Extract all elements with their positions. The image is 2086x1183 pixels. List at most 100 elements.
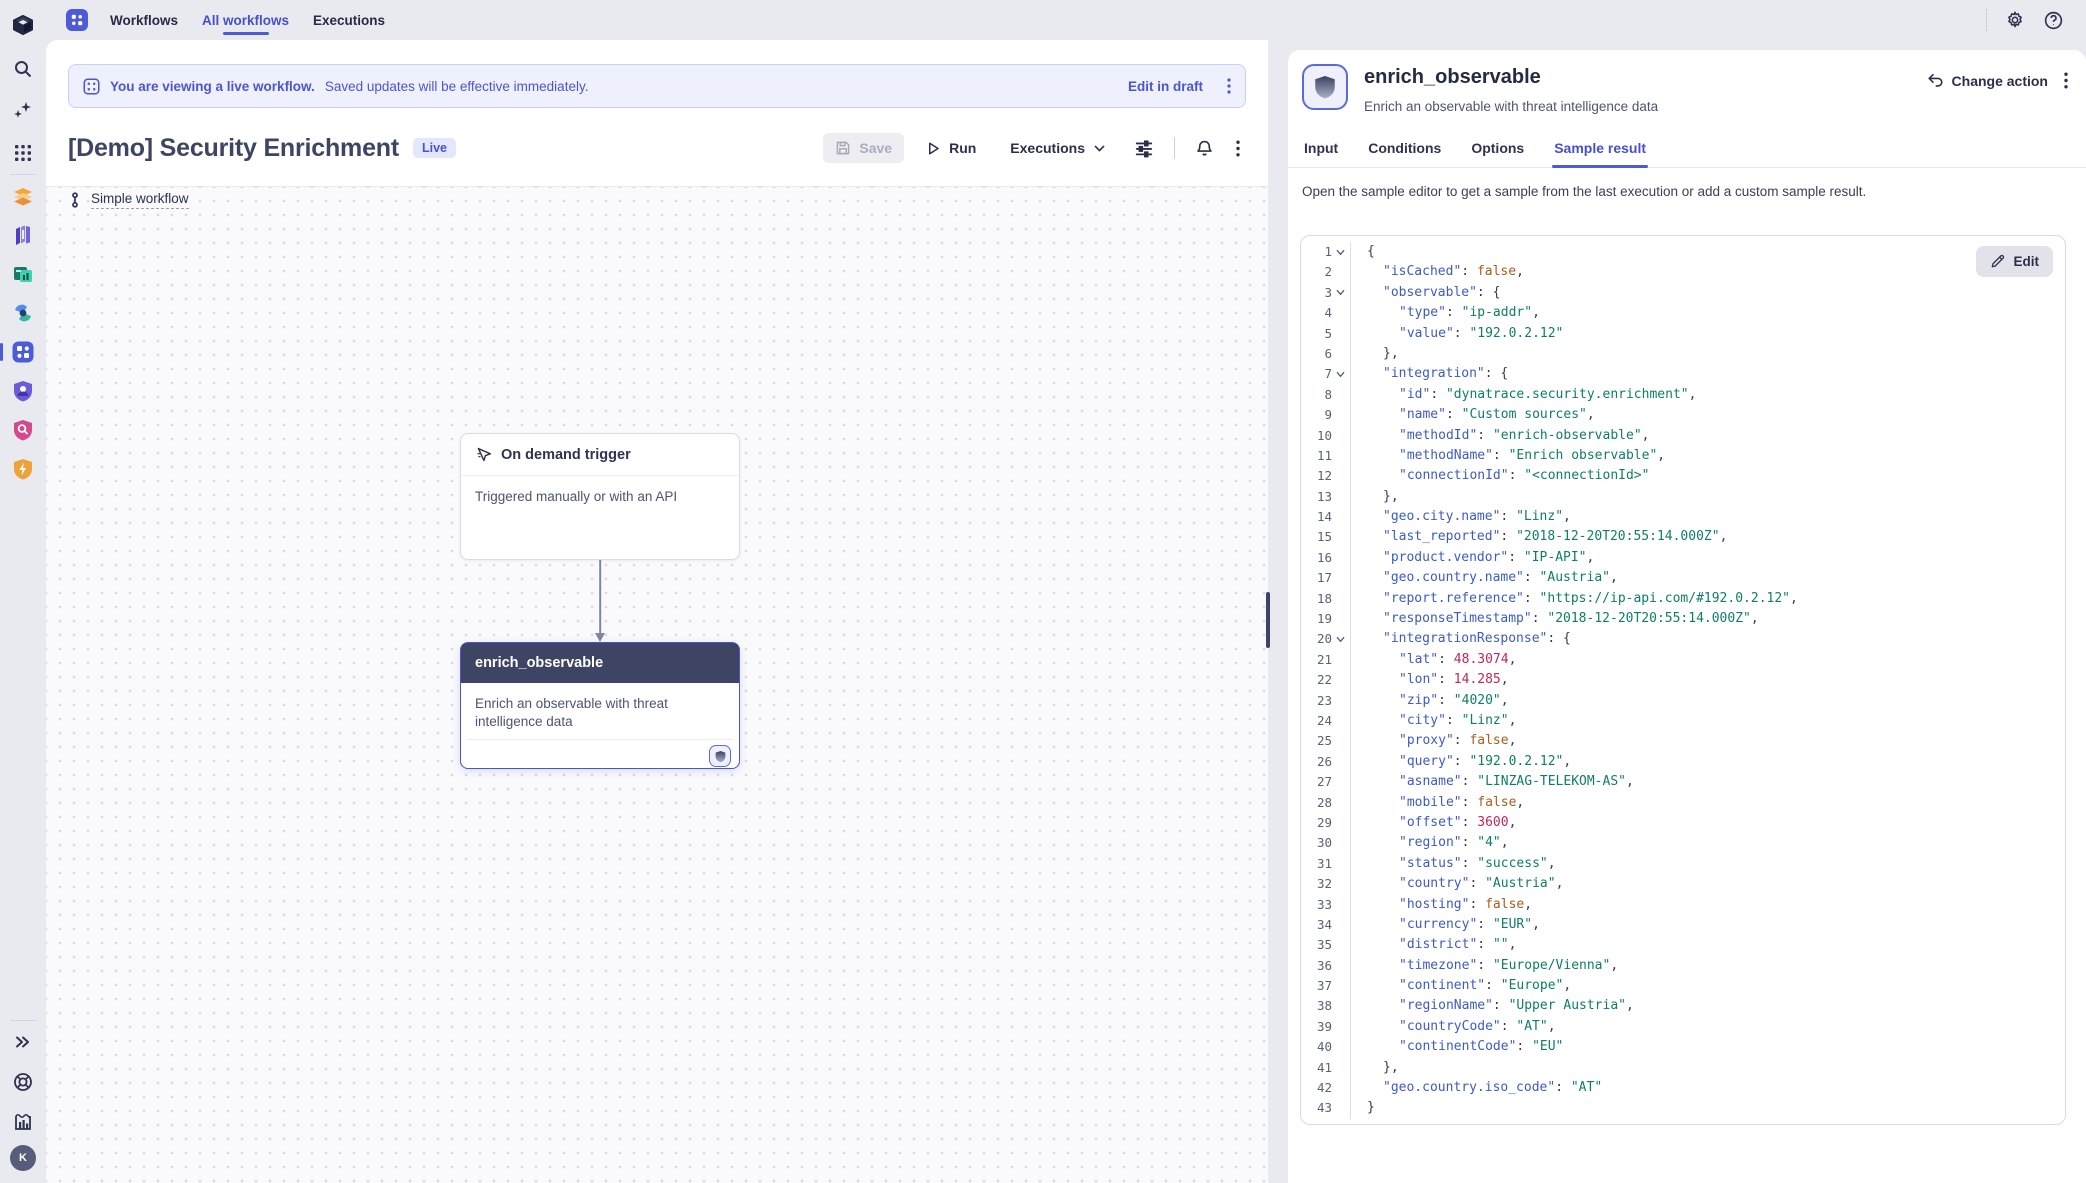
run-button[interactable]: Run xyxy=(914,133,988,163)
toolbar-divider xyxy=(1174,137,1175,159)
app-hub-icon[interactable] xyxy=(8,220,38,250)
code-line: 9"name": "Custom sources", xyxy=(1301,405,2065,425)
code-line: 37"continent": "Europe", xyxy=(1301,976,2065,996)
code-line: 32"country": "Austria", xyxy=(1301,874,2065,894)
topbar: Workflows All workflows Executions xyxy=(46,0,2086,40)
code-line: 41}, xyxy=(1301,1058,2065,1078)
node-description: Triggered manually or with an API xyxy=(461,476,739,522)
edit-in-draft-link[interactable]: Edit in draft xyxy=(1128,79,1203,94)
nav-workflows[interactable]: Workflows xyxy=(108,3,180,38)
nav-all-workflows[interactable]: All workflows xyxy=(200,3,291,38)
save-button[interactable]: Save xyxy=(823,133,904,163)
notifications-bell-icon[interactable] xyxy=(1189,133,1220,164)
workflow-settings-sliders-icon[interactable] xyxy=(1128,132,1160,164)
banner-bold-text: You are viewing a live workflow. xyxy=(110,79,315,94)
ai-assistant-sparkles-icon[interactable] xyxy=(8,96,38,126)
code-line: 13}, xyxy=(1301,487,2065,507)
code-line: 23"zip": "4020", xyxy=(1301,691,2065,711)
code-line: 14"geo.city.name": "Linz", xyxy=(1301,507,2065,527)
node-enrich-observable[interactable]: enrich_observable Enrich an observable w… xyxy=(460,642,740,769)
tab-options[interactable]: Options xyxy=(1469,132,1526,167)
workflow-canvas[interactable]: Simple workflow On demand trigger Trigge… xyxy=(46,187,1268,1183)
panel-title: enrich_observable xyxy=(1364,66,1658,89)
workflows-app-icon[interactable] xyxy=(66,9,88,31)
edit-sample-button[interactable]: Edit xyxy=(1976,246,2054,277)
code-line: 7"integration": { xyxy=(1301,364,2065,384)
active-app-indicator xyxy=(0,343,3,361)
settings-gear-icon[interactable] xyxy=(2005,10,2025,30)
live-status-badge: Live xyxy=(413,138,456,158)
change-action-button[interactable]: Change action xyxy=(1927,73,2048,89)
code-line: 15"last_reported": "2018-12-20T20:55:14.… xyxy=(1301,527,2065,547)
app-dashboards-icon[interactable] xyxy=(8,259,38,289)
banner-text: Saved updates will be effective immediat… xyxy=(325,79,589,94)
app-attack-protection-icon[interactable] xyxy=(8,454,38,484)
fold-chevron-icon[interactable] xyxy=(1334,635,1346,644)
code-line: 10"methodId": "enrich-observable", xyxy=(1301,426,2065,446)
code-line: 6}, xyxy=(1301,344,2065,364)
app-launcher-grid-icon[interactable] xyxy=(8,138,38,168)
search-icon[interactable] xyxy=(8,54,38,84)
pencil-icon xyxy=(1990,254,2005,269)
fold-chevron-icon[interactable] xyxy=(1334,288,1346,297)
cursor-trigger-icon xyxy=(475,446,492,463)
code-line: 18"report.reference": "https://ip-api.co… xyxy=(1301,589,2065,609)
code-line: 31"status": "success", xyxy=(1301,854,2065,874)
code-line: 22"lon": 14.285, xyxy=(1301,670,2065,690)
node-title: enrich_observable xyxy=(475,655,603,671)
dynatrace-logo-icon[interactable] xyxy=(8,10,38,40)
help-icon[interactable] xyxy=(2043,10,2064,31)
code-line: 29"offset": 3600, xyxy=(1301,813,2065,833)
code-line: 17"geo.country.name": "Austria", xyxy=(1301,568,2065,588)
code-line: 30"region": "4", xyxy=(1301,833,2065,853)
expand-rail-chevrons-icon[interactable] xyxy=(8,1027,38,1057)
code-line: 38"regionName": "Upper Austria", xyxy=(1301,996,2065,1016)
panel-kebab-icon[interactable] xyxy=(2064,72,2068,89)
workflow-title: [Demo] Security Enrichment xyxy=(68,134,399,163)
sample-result-editor[interactable]: 1{2"isCached": false,3"observable": {4"t… xyxy=(1300,235,2066,1125)
app-clouds-icon[interactable] xyxy=(8,298,38,328)
code-line: 11"methodName": "Enrich observable", xyxy=(1301,446,2065,466)
live-workflow-banner: You are viewing a live workflow. Saved u… xyxy=(68,64,1246,108)
code-line: 3"observable": { xyxy=(1301,283,2065,303)
code-lines: 1{2"isCached": false,3"observable": {4"t… xyxy=(1301,236,2065,1119)
code-line: 16"product.vendor": "IP-API", xyxy=(1301,548,2065,568)
usage-chart-icon[interactable] xyxy=(8,1107,38,1137)
workflow-kebab-icon[interactable] xyxy=(1230,134,1246,163)
topbar-divider xyxy=(1986,9,1987,31)
code-line: 39"countryCode": "AT", xyxy=(1301,1017,2065,1037)
fold-chevron-icon[interactable] xyxy=(1334,370,1346,379)
code-line: 20"integrationResponse": { xyxy=(1301,629,2065,649)
help-lifebuoy-icon[interactable] xyxy=(8,1067,38,1097)
security-shield-icon xyxy=(709,745,731,767)
app-security-investigator-icon[interactable] xyxy=(8,376,38,406)
workflow-grid-icon xyxy=(83,78,100,95)
code-line: 42"geo.country.iso_code": "AT" xyxy=(1301,1078,2065,1098)
code-line: 2"isCached": false, xyxy=(1301,262,2065,282)
node-on-demand-trigger[interactable]: On demand trigger Triggered manually or … xyxy=(460,433,740,560)
panel-gutter xyxy=(1268,40,1288,1183)
executions-dropdown[interactable]: Executions xyxy=(998,133,1118,163)
nav-executions[interactable]: Executions xyxy=(311,3,387,38)
app-smartscape-icon[interactable] xyxy=(8,181,38,211)
code-line: 40"continentCode": "EU" xyxy=(1301,1037,2065,1057)
banner-kebab-icon[interactable] xyxy=(1227,78,1231,94)
workflow-editor-main: You are viewing a live workflow. Saved u… xyxy=(46,40,1268,1183)
user-avatar[interactable]: K xyxy=(10,1145,36,1171)
panel-resize-handle[interactable] xyxy=(1266,592,1270,648)
fold-chevron-icon[interactable] xyxy=(1334,248,1346,257)
code-line: 25"proxy": false, xyxy=(1301,731,2065,751)
app-threat-hunting-icon[interactable] xyxy=(8,415,38,445)
tab-input[interactable]: Input xyxy=(1302,132,1340,167)
code-line: 28"mobile": false, xyxy=(1301,793,2065,813)
breadcrumb[interactable]: Simple workflow xyxy=(68,191,189,209)
node-title: On demand trigger xyxy=(501,447,631,463)
breadcrumb-label[interactable]: Simple workflow xyxy=(91,191,189,209)
app-workflows-icon-active[interactable] xyxy=(8,337,38,367)
tab-sample-result[interactable]: Sample result xyxy=(1552,132,1648,167)
undo-arrow-icon xyxy=(1927,73,1944,88)
code-line: 33"hosting": false, xyxy=(1301,895,2065,915)
code-line: 12"connectionId": "<connectionId>" xyxy=(1301,466,2065,486)
code-line: 4"type": "ip-addr", xyxy=(1301,303,2065,323)
tab-conditions[interactable]: Conditions xyxy=(1366,132,1443,167)
